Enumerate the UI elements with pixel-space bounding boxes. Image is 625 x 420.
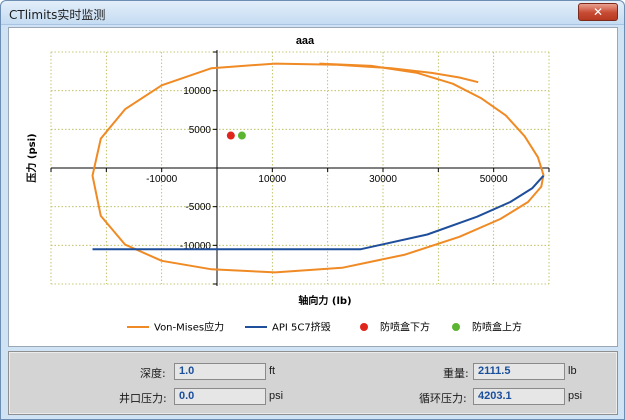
x-tick-label: 10000	[258, 174, 286, 185]
legend-label-0: Von-Mises应力	[154, 321, 224, 334]
weight-label: 重量:	[443, 367, 469, 380]
close-button[interactable]: ✕	[578, 3, 618, 21]
series-point-2	[226, 131, 235, 140]
legend-label-3: 防喷盒上方	[472, 321, 522, 334]
app-window: CTlimits实时监测 ✕ aaa -10000 10000 30000 50000 1…	[0, 0, 625, 420]
chart-panel: aaa -10000 10000 30000 50000 10000 5000 -5000 -1…	[8, 27, 618, 347]
legend-label-2: 防喷盒下方	[380, 321, 430, 334]
circulation-pressure-label: 循环压力:	[419, 392, 467, 405]
depth-field: 1.0	[174, 363, 266, 380]
window-title: CTlimits实时监测	[9, 8, 106, 22]
close-icon: ✕	[592, 5, 604, 19]
chart-title: aaa	[296, 35, 315, 47]
y-tick-label: 5000	[189, 125, 212, 136]
circulation-pressure-field: 4203.1	[473, 388, 565, 405]
circulation-pressure-unit: psi	[568, 390, 583, 402]
weight-field: 2111.5	[473, 363, 565, 380]
wellhead-pressure-label: 井口压力:	[119, 392, 167, 405]
x-tick-label: 30000	[369, 174, 397, 185]
x-tick-label: -10000	[146, 174, 178, 185]
legend-label-1: API 5C7挤毁	[272, 321, 331, 334]
y-tick-label: -5000	[185, 202, 211, 213]
series-point-3	[237, 131, 246, 140]
depth-unit: ft	[269, 365, 276, 377]
legend-swatch-3	[452, 323, 460, 331]
status-panel: 深度: 1.0 ft 井口压力: 0.0 psi 重量: 2111.5 lb 循…	[8, 351, 618, 415]
chart-canvas: aaa-10000 10000 30000 50000100005000-5000-1…	[25, 35, 550, 334]
y-tick-label: 10000	[183, 86, 211, 97]
wellhead-pressure-field: 0.0	[174, 388, 266, 405]
y-axis-title: 压力 (psi)	[25, 133, 38, 182]
legend-swatch-2	[360, 323, 368, 331]
title-bar[interactable]: CTlimits实时监测 ✕	[1, 1, 624, 25]
depth-label: 深度:	[140, 367, 166, 380]
wellhead-pressure-unit: psi	[269, 390, 284, 402]
x-tick-label: 50000	[480, 174, 508, 185]
x-axis-title: 轴向力 (lb)	[298, 294, 351, 307]
weight-unit: lb	[568, 365, 577, 377]
series-line-1	[92, 175, 545, 251]
